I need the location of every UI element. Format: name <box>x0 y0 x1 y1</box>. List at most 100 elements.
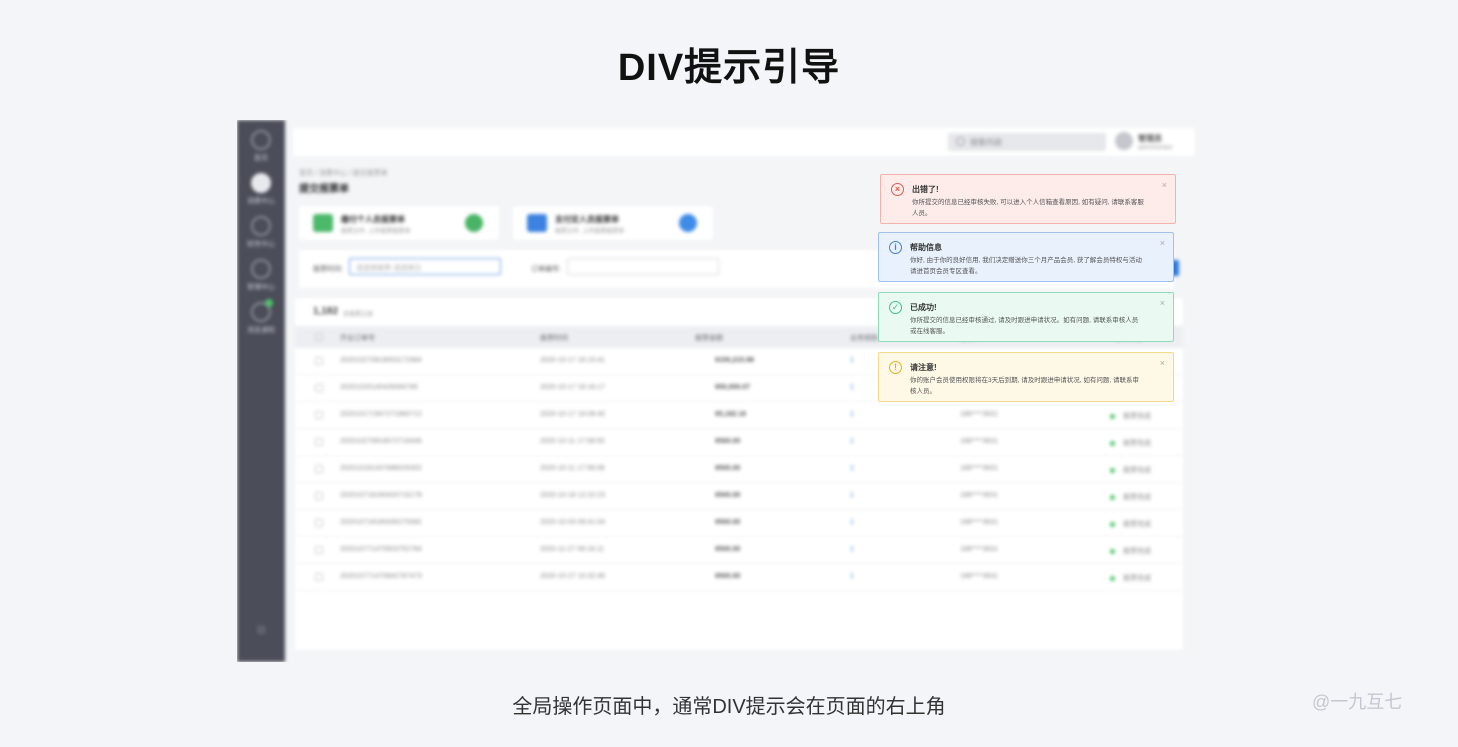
table-row[interactable]: 202010171907271860712 2020-10-17 16:08:40… <box>295 402 1183 429</box>
row-checkbox[interactable] <box>315 465 323 473</box>
row-checkbox[interactable] <box>315 573 323 581</box>
table-cell: 报票完成 <box>1123 440 1151 447</box>
table-cell: 188****3631 <box>960 438 999 445</box>
column-header: 报票时间 <box>540 335 568 342</box>
column-header: 报票金额 <box>695 335 723 342</box>
screenshot-frame: 首页消费中心财务中心 管理中心 消息通知 ⊡ 搜索内容 管理员 administrat… <box>237 120 1202 662</box>
select-all-checkbox[interactable] <box>315 333 323 341</box>
row-checkbox[interactable] <box>315 384 323 392</box>
table-cell: 188****3631 <box>960 546 999 553</box>
table-cell: 2020-10-03 09:41:04 <box>540 519 605 526</box>
notification-title: 帮助信息 <box>910 243 942 252</box>
table-cell: 2020-10-17 16:08:40 <box>540 411 605 418</box>
row-checkbox[interactable] <box>315 438 323 446</box>
status-dot <box>1110 468 1115 473</box>
card-action-button[interactable] <box>679 214 697 232</box>
sidebar-item[interactable]: 消费中心 <box>237 173 285 213</box>
table-cell: 20201020140428084785 <box>340 384 418 391</box>
table-cell: 2020-10-18 12:22:23 <box>540 492 605 499</box>
sidebar-item[interactable]: 消息通知 <box>237 299 285 342</box>
search-input[interactable]: 搜索内容 <box>948 133 1106 151</box>
record-count-label: 条报票记录 <box>343 312 374 318</box>
sidebar-item[interactable]: 管理中心 <box>237 259 285 299</box>
status-dot <box>1110 441 1115 446</box>
table-cell: 2020-10-17 16:15:41 <box>540 357 605 364</box>
row-checkbox[interactable] <box>315 411 323 419</box>
notification-success: ✓ 已成功! 你所提交的信息已经审核通过, 请及时跟进申请状况。如有问题, 请联系审… <box>878 292 1174 342</box>
table-cell[interactable]: 1 <box>850 357 854 364</box>
caption: 全局操作页面中，通常DIV提示会在页面的右上角 <box>512 696 946 718</box>
success-icon: ✓ <box>889 301 902 314</box>
table-cell: 202010270818003172684 <box>340 357 422 364</box>
table-row[interactable]: 202010270818072718446 2020-10-11 17:58:55… <box>295 429 1183 456</box>
table-cell[interactable]: 1 <box>850 438 854 445</box>
table-cell: 报票完成 <box>1123 575 1151 582</box>
avatar[interactable] <box>1115 132 1133 150</box>
card-icon <box>527 214 547 232</box>
card-icon <box>313 214 333 232</box>
home-icon <box>251 130 271 150</box>
notification-title: 出错了! <box>912 185 939 194</box>
column-header: 开业订单号 <box>340 335 375 342</box>
data-table: 1,182 条报票记录 开业订单号报票时间报票金额业务规则报票人报票状态 202… <box>295 298 1183 650</box>
table-cell[interactable]: 1 <box>850 384 854 391</box>
row-checkbox[interactable] <box>315 357 323 365</box>
table-cell: 202010771470842787473 <box>340 573 422 580</box>
table-cell[interactable]: 1 <box>850 546 854 553</box>
table-cell: 报票完成 <box>1123 494 1151 501</box>
table-cell: 188****3631 <box>960 519 999 526</box>
notification-message: 你所提交的信息已经审核失败, 可以进入个人信箱查看原因, 如有疑问, 请联系客服… <box>912 199 1144 217</box>
table-cell: 202010171907271860712 <box>340 411 422 418</box>
badge-dot <box>265 299 273 307</box>
notification-title: 请注意! <box>910 363 937 372</box>
topbar: 搜索内容 管理员 administrator <box>293 128 1195 156</box>
filter-label-order: 订单编号: <box>531 266 561 273</box>
table-row[interactable]: 202010771470503752784 2020-11-27 09:18:11… <box>295 537 1183 564</box>
table-cell: 188****3631 <box>960 573 999 580</box>
table-cell: 报票完成 <box>1123 521 1151 528</box>
row-checkbox[interactable] <box>315 492 323 500</box>
sidebar-item-label: 消费中心 <box>247 198 275 205</box>
table-row[interactable]: 202010771470842787473 2020-10-27 10:32:46… <box>295 564 1183 591</box>
close-icon[interactable]: × <box>1160 238 1165 248</box>
status-dot <box>1110 522 1115 527</box>
order-input[interactable] <box>567 258 719 275</box>
sidebar-item[interactable]: 首页 <box>237 130 285 170</box>
table-cell: ¥150,215.98 <box>715 357 754 364</box>
table-cell: 202010718180430270082 <box>340 519 422 526</box>
sidebar-item[interactable]: 财务中心 <box>237 216 285 256</box>
card-fixed[interactable]: 支付定人员报票单 报票文件, 上传报票报票单 <box>513 206 713 240</box>
error-icon: × <box>891 183 904 196</box>
row-checkbox[interactable] <box>315 546 323 554</box>
notification-message: 你的账户会员使用权限将在3天后到期, 请及时跟进申请状况, 如有问题, 请联系审… <box>910 377 1139 395</box>
breadcrumb[interactable]: 首页 / 消费中心 / 提交报票单 <box>299 168 388 178</box>
table-cell: 报票完成 <box>1123 413 1151 420</box>
card-subtitle: 报票文件, 上传报票报票单 <box>555 229 625 235</box>
user-role: administrator <box>1138 145 1173 151</box>
close-icon[interactable]: × <box>1160 298 1165 308</box>
close-icon[interactable]: × <box>1160 358 1165 368</box>
close-icon[interactable]: × <box>1162 180 1167 190</box>
table-row[interactable]: 202010718180430270082 2020-10-03 09:41:04… <box>295 510 1183 537</box>
status-dot <box>1110 495 1115 500</box>
notification-info: i 帮助信息 你好, 由于你的良好信用, 我们决定赠送你三个月产品会员, 获了解会员… <box>878 232 1174 282</box>
table-row[interactable]: 202010181437686026302 2020-10-11 17:58:08… <box>295 456 1183 483</box>
record-count: 1,182 <box>313 306 339 317</box>
table-cell: 报票完成 <box>1123 467 1151 474</box>
table-cell[interactable]: 1 <box>850 465 854 472</box>
card-action-button[interactable] <box>465 214 483 232</box>
table-cell: ¥500.00 <box>715 546 741 553</box>
row-checkbox[interactable] <box>315 519 323 527</box>
table-cell[interactable]: 1 <box>850 411 854 418</box>
table-cell[interactable]: 1 <box>850 573 854 580</box>
notification-warning: ! 请注意! 你的账户会员使用权限将在3天后到期, 请及时跟进申请状况, 如有问题,… <box>878 352 1174 402</box>
table-cell[interactable]: 1 <box>850 519 854 526</box>
table-cell: ¥500.00 <box>715 573 741 580</box>
card-personal[interactable]: 缴付个人员报票单 报票文件, 上传报票报票单 <box>299 206 499 240</box>
status-dot <box>1110 549 1115 554</box>
collapse-icon[interactable]: ⊡ <box>257 625 265 636</box>
table-row[interactable]: 202010718180420716178 2020-10-18 12:22:23… <box>295 483 1183 510</box>
table-cell[interactable]: 1 <box>850 492 854 499</box>
date-select[interactable]: 请选择报票-请选择日 <box>349 258 501 275</box>
table-cell: ¥50,000.07 <box>715 384 751 391</box>
